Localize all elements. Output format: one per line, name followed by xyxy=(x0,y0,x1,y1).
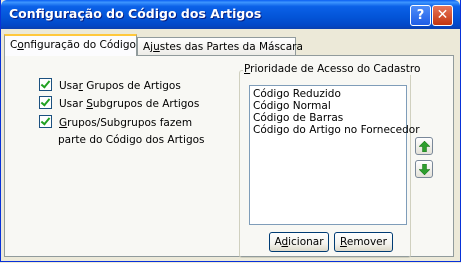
button-label-accesskey: R xyxy=(340,236,347,248)
close-button[interactable]: ✕ xyxy=(432,5,453,26)
help-icon: ? xyxy=(416,8,425,23)
move-up-button[interactable] xyxy=(415,137,433,155)
tab-ajustes-mascara[interactable]: Ajustes das Partes da Máscara xyxy=(137,37,303,56)
checkbox-checked-icon[interactable] xyxy=(39,78,52,91)
checkbox-usar-grupos[interactable]: Usar Grupos de Artigos xyxy=(39,78,181,92)
help-button[interactable]: ? xyxy=(410,5,431,26)
tab-label-accesskey: u xyxy=(153,41,160,53)
checkbox-label-part: ubgrupos de Artigos xyxy=(92,98,200,110)
tab-label-part: Aj xyxy=(143,41,154,53)
close-icon: ✕ xyxy=(436,7,449,23)
checkbox-label-part: Usa xyxy=(59,80,79,92)
arrow-down-icon xyxy=(419,164,430,175)
move-down-button[interactable] xyxy=(415,160,433,178)
button-label-part: icionar xyxy=(288,236,324,248)
group-label-part: rioridade de Acesso do Cadastro xyxy=(250,63,421,75)
checkbox-checked-icon[interactable] xyxy=(39,115,52,128)
checkbox-label-accesskey: G xyxy=(59,117,68,129)
dialog-window: Configuração do Código dos Artigos ? ✕ C… xyxy=(0,0,461,262)
priority-listbox[interactable]: Código Reduzido Código Normal Código de … xyxy=(249,85,420,225)
arrow-up-icon xyxy=(419,141,430,152)
checkbox-checked-icon[interactable] xyxy=(39,96,52,109)
checkbox-label-part: Grupos de Artigos xyxy=(82,80,181,92)
list-item[interactable]: Código Reduzido xyxy=(253,88,403,100)
title-bar[interactable]: Configuração do Código dos Artigos ? ✕ xyxy=(1,0,460,29)
checkbox-label-part: rupos/Subgrupos fazem xyxy=(67,117,193,129)
list-item[interactable]: Código do Artigo no Fornecedor xyxy=(253,124,420,136)
checkbox-label-accesskey: S xyxy=(86,98,93,110)
list-item[interactable]: Código de Barras xyxy=(253,112,403,124)
button-label-part: emover xyxy=(346,236,387,248)
list-item[interactable]: Código Normal xyxy=(253,100,403,112)
add-button[interactable]: Adicionar xyxy=(269,232,329,252)
checkbox-label-part: Usar xyxy=(59,98,87,110)
tab-label-part: nfiguração do Código xyxy=(23,39,136,51)
window-title: Configuração do Código dos Artigos xyxy=(9,6,262,21)
checkbox-label-line2: parte do Código dos Artigos xyxy=(58,134,205,146)
checkbox-usar-subgrupos[interactable]: Usar Subgrupos de Artigos xyxy=(39,96,199,110)
tab-label-part: stes das Partes da Máscara xyxy=(159,41,303,53)
checkbox-grupos-parte-codigo[interactable]: Grupos/Subgrupos fazem xyxy=(39,115,192,129)
priority-group-label: Prioridade de Acesso do Cadastro xyxy=(243,63,422,75)
tab-configuracao-codigo[interactable]: Configuração do Código xyxy=(4,34,137,56)
remove-button[interactable]: Remover xyxy=(334,232,393,252)
